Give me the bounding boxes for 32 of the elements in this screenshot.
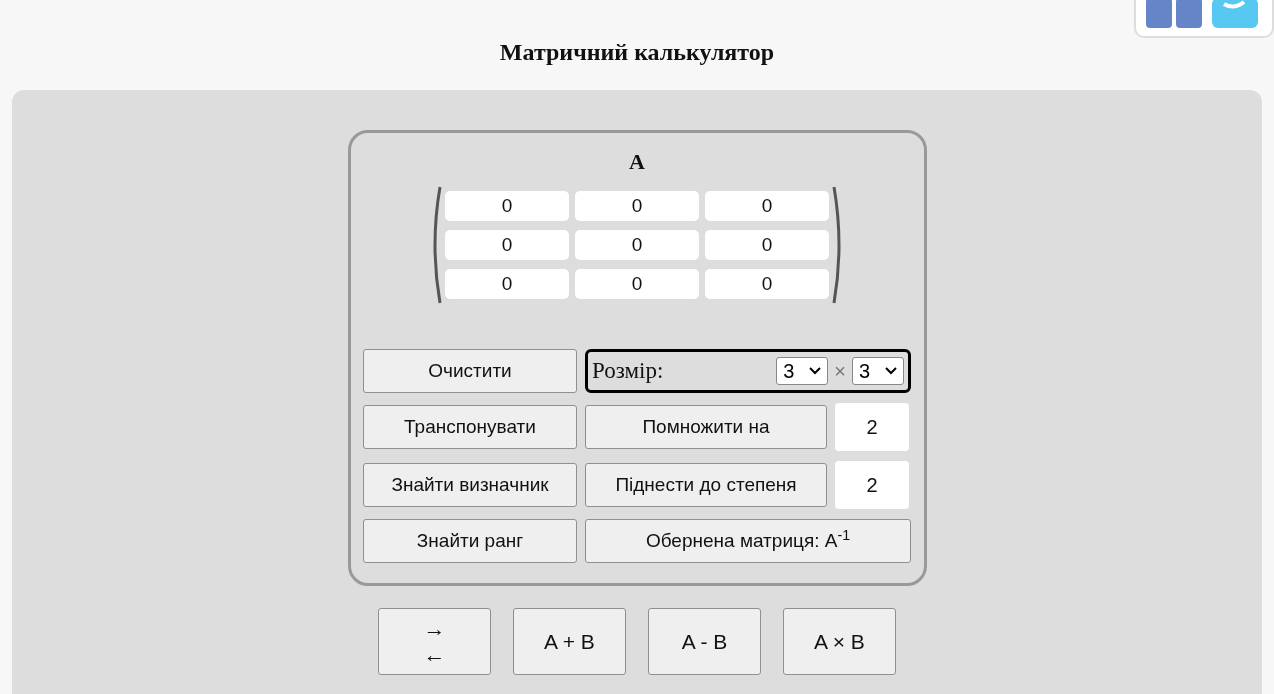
- page-title: Матричний калькулятор: [499, 38, 775, 67]
- swap-button[interactable]: → ←: [378, 608, 491, 675]
- size-label: Розмір:: [592, 356, 665, 385]
- operation-button[interactable]: A × B: [783, 608, 896, 675]
- action-button[interactable]: Помножити на: [585, 405, 827, 449]
- share-icon[interactable]: [1146, 0, 1202, 28]
- matrix-cell-field[interactable]: 0: [575, 191, 699, 221]
- matrix-cell-field[interactable]: 0: [575, 230, 699, 260]
- matrix-cell-field[interactable]: 0: [705, 269, 829, 299]
- action-button[interactable]: Піднести до степеня: [585, 463, 827, 507]
- times-sign: ×: [834, 359, 846, 384]
- action-button[interactable]: Транспонувати: [363, 405, 577, 449]
- action-button[interactable]: Знайти визначник: [363, 463, 577, 507]
- cols-select[interactable]: 3: [852, 357, 904, 385]
- action-button[interactable]: Знайти ранг: [363, 519, 577, 563]
- matrix-cell-field[interactable]: 0: [445, 230, 569, 260]
- number-field[interactable]: 2: [835, 403, 909, 451]
- share-icon[interactable]: [1212, 0, 1258, 28]
- matrix-cell-field[interactable]: 0: [445, 269, 569, 299]
- matrix-name: A: [629, 151, 645, 173]
- action-button[interactable]: Обернена матриця: A$^{-1}$: [585, 519, 911, 563]
- matrix-cell-field[interactable]: 0: [445, 191, 569, 221]
- operation-button[interactable]: A - B: [648, 608, 761, 675]
- matrix-cell-field[interactable]: 0: [705, 191, 829, 221]
- operation-button[interactable]: A + B: [513, 608, 626, 675]
- number-field[interactable]: 2: [835, 461, 909, 509]
- action-button[interactable]: Очистити: [363, 349, 577, 393]
- chevron-icon: [809, 367, 822, 375]
- matrix-cell-field[interactable]: 0: [575, 269, 699, 299]
- matrix-cell-field[interactable]: 0: [705, 230, 829, 260]
- chevron-icon: [885, 367, 897, 375]
- rows-select[interactable]: 3: [776, 357, 829, 385]
